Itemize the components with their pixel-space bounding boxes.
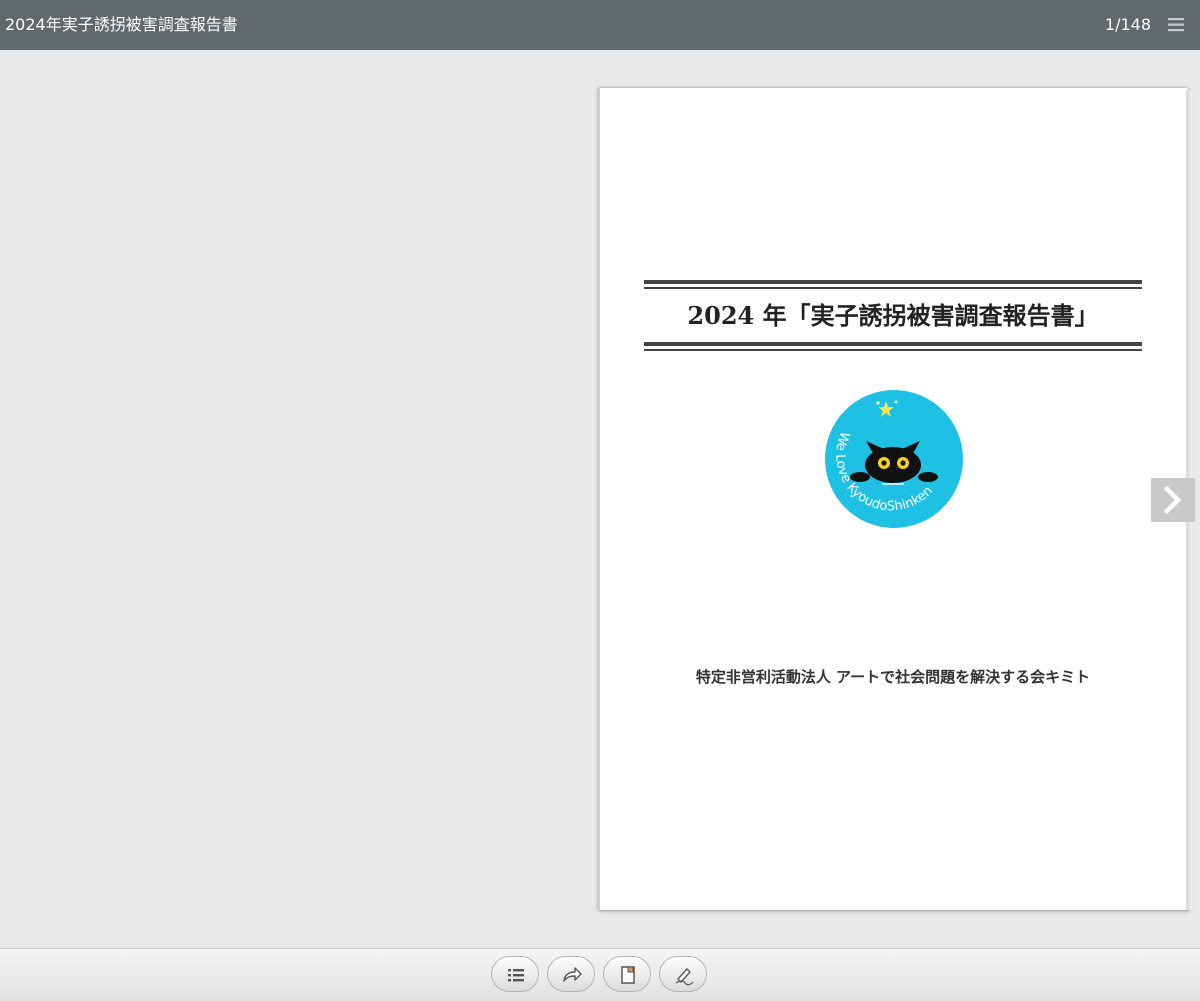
organization-name: 特定非営利活動法人 アートで社会問題を解決する会キミト (695, 668, 1091, 686)
pen-icon (675, 968, 694, 986)
chevron-right-icon (1163, 485, 1182, 515)
hamburger-menu-icon[interactable] (1166, 15, 1188, 35)
bookmark-note-icon (621, 966, 635, 984)
title-rule-top-thin (644, 287, 1142, 289)
title-rule-top-thick (644, 280, 1142, 284)
next-page-button[interactable] (1151, 478, 1195, 522)
share-arrow-icon (563, 967, 582, 982)
kyoudoshinken-logo: We Love KyoudoShinken (824, 389, 964, 529)
bottom-toolbar (0, 948, 1200, 1001)
share-button[interactable] (547, 956, 595, 992)
list-icon (508, 969, 524, 982)
page-counter: 1/148 (1104, 15, 1151, 34)
cover-title: 2024 年「実子誘拐被害調査報告書」 (687, 301, 1099, 330)
document-page: 2024 年「実子誘拐被害調査報告書」 We Love KyoudoShinke… (598, 88, 1188, 910)
table-of-contents-button[interactable] (491, 956, 539, 992)
document-viewer: 2024 年「実子誘拐被害調査報告書」 We Love KyoudoShinke… (0, 50, 1200, 948)
bookmark-button[interactable] (603, 956, 651, 992)
annotate-button[interactable] (659, 956, 707, 992)
viewer-header: 2024年実子誘拐被害調査報告書 1/148 (0, 0, 1200, 50)
title-rule-bottom-thick (644, 342, 1142, 346)
document-title: 2024年実子誘拐被害調査報告書 (5, 15, 238, 34)
title-rule-bottom-thin (644, 349, 1142, 351)
